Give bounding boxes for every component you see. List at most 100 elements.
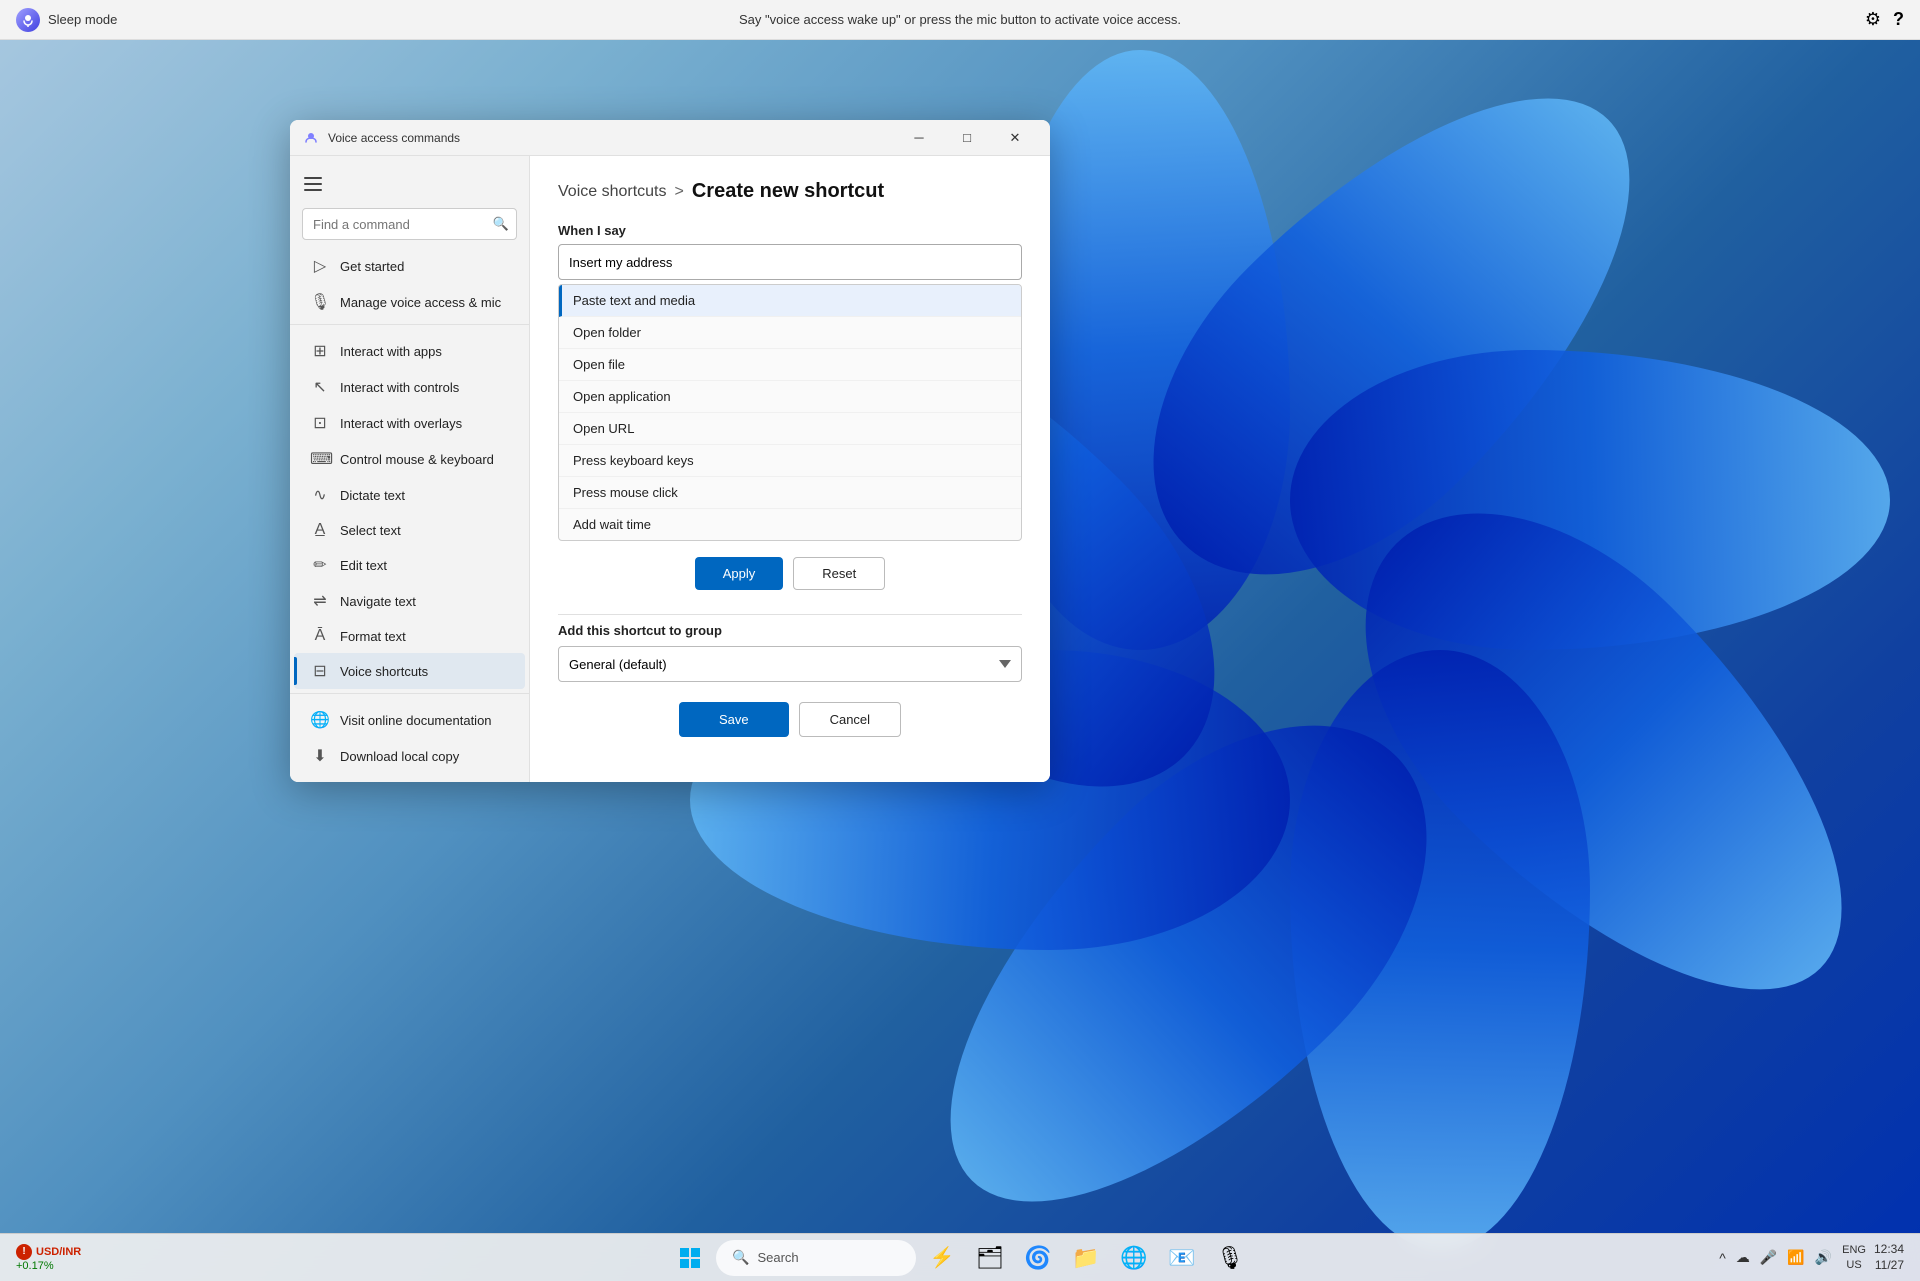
voice-access-commands-window: Voice access commands ─ □ ✕ 🔍 ▷ Get star…: [290, 120, 1050, 782]
nav-icon-download-copy: ⬇: [310, 746, 330, 766]
sidebar-item-dictate-text[interactable]: ∿ Dictate text: [294, 477, 525, 513]
window-title: Voice access commands: [328, 131, 888, 145]
nav-label-manage-voice: Manage voice access & mic: [340, 295, 501, 310]
dialog-body: 🔍 ▷ Get started 🎙 Manage voice access & …: [290, 156, 1050, 782]
taskbar-app-speedial[interactable]: ⚡: [920, 1236, 964, 1280]
tray-mic-icon[interactable]: 🎤: [1758, 1247, 1779, 1268]
search-input[interactable]: [302, 208, 517, 240]
nav-label-format-text: Format text: [340, 629, 406, 644]
lang-display: ENGUS: [1842, 1243, 1866, 1272]
sidebar-item-control-mouse[interactable]: ⌨ Control mouse & keyboard: [294, 441, 525, 477]
action-item-open-url[interactable]: Open URL: [559, 413, 1021, 445]
breadcrumb-parent[interactable]: Voice shortcuts: [558, 183, 667, 201]
nav-label-voice-shortcuts: Voice shortcuts: [340, 664, 428, 679]
sidebar-item-format-text[interactable]: Ā Format text: [294, 619, 525, 653]
action-item-add-wait[interactable]: Add wait time: [559, 509, 1021, 540]
nav-icon-dictate-text: ∿: [310, 485, 330, 505]
taskbar-left: ! USD/INR +0.17%: [16, 1244, 81, 1272]
reset-button[interactable]: Reset: [793, 557, 885, 590]
action-item-press-keyboard[interactable]: Press keyboard keys: [559, 445, 1021, 477]
tray-chevron-icon[interactable]: ^: [1717, 1248, 1728, 1268]
clock[interactable]: 12:34 11/27: [1874, 1242, 1904, 1273]
nav-icon-edit-text: ✏: [310, 555, 330, 575]
tray-volume-icon[interactable]: 🔊: [1813, 1247, 1834, 1268]
nav-label-control-mouse: Control mouse & keyboard: [340, 452, 494, 467]
when-i-say-label: When I say: [558, 223, 1022, 238]
clock-time: 12:34: [1874, 1242, 1904, 1258]
nav-icon-select-text: A̲: [310, 521, 330, 539]
nav-icon-interact-controls: ↖: [310, 377, 330, 397]
apply-button[interactable]: Apply: [695, 557, 784, 590]
nav-divider: [290, 693, 529, 694]
sidebar-item-voice-shortcuts[interactable]: ⊟ Voice shortcuts: [294, 653, 525, 689]
apply-reset-row: Apply Reset: [558, 557, 1022, 590]
save-button[interactable]: Save: [679, 702, 789, 737]
cancel-button[interactable]: Cancel: [799, 702, 901, 737]
tray-cloud-icon[interactable]: ☁: [1734, 1247, 1752, 1268]
voice-access-icon: [16, 8, 40, 32]
search-icon[interactable]: 🔍: [493, 216, 509, 232]
tray-network-icon[interactable]: 📶: [1785, 1247, 1806, 1268]
action-item-paste-text[interactable]: Paste text and media: [559, 285, 1021, 317]
sidebar: 🔍 ▷ Get started 🎙 Manage voice access & …: [290, 156, 530, 782]
settings-icon[interactable]: ⚙: [1865, 9, 1881, 30]
nav-icon-format-text: Ā: [310, 627, 330, 645]
taskbar-app-browser2[interactable]: 🌐: [1112, 1236, 1156, 1280]
breadcrumb: Voice shortcuts > Create new shortcut: [558, 180, 1022, 203]
hamburger-menu-button[interactable]: [298, 168, 330, 200]
when-i-say-input[interactable]: [558, 244, 1022, 280]
voice-access-bar: Sleep mode Say "voice access wake up" or…: [0, 0, 1920, 40]
hamburger-line-3: [304, 189, 322, 191]
breadcrumb-separator: >: [675, 183, 684, 201]
nav-label-select-text: Select text: [340, 523, 401, 538]
nav-icon-navigate-text: ⇌: [310, 591, 330, 611]
nav-icon-visit-docs: 🌐: [310, 710, 330, 730]
nav-icon-manage-voice: 🎙: [310, 292, 330, 312]
action-item-open-folder[interactable]: Open folder: [559, 317, 1021, 349]
taskbar-app-files[interactable]: 🗂: [968, 1236, 1012, 1280]
nav-icon-get-started: ▷: [310, 256, 330, 276]
group-select[interactable]: General (default)Custom group 1: [558, 646, 1022, 682]
nav-label-edit-text: Edit text: [340, 558, 387, 573]
files-icon: 🗂: [976, 1245, 1004, 1271]
nav-icon-interact-overlays: ⊡: [310, 413, 330, 433]
maximize-button[interactable]: □: [944, 123, 990, 153]
folder-icon: 📁: [1072, 1245, 1099, 1271]
section-divider: [558, 614, 1022, 615]
sidebar-item-select-text[interactable]: A̲ Select text: [294, 513, 525, 547]
sidebar-item-interact-controls[interactable]: ↖ Interact with controls: [294, 369, 525, 405]
minimize-button[interactable]: ─: [896, 123, 942, 153]
nav-icon-interact-apps: ⊞: [310, 341, 330, 361]
nav-items-container: ▷ Get started 🎙 Manage voice access & mi…: [290, 248, 529, 774]
taskbar-app-mail[interactable]: 📧: [1160, 1236, 1204, 1280]
sidebar-item-interact-apps[interactable]: ⊞ Interact with apps: [294, 333, 525, 369]
sidebar-item-manage-voice[interactable]: 🎙 Manage voice access & mic: [294, 284, 525, 320]
window-icon: [302, 129, 320, 147]
start-button[interactable]: [668, 1236, 712, 1280]
sidebar-item-edit-text[interactable]: ✏ Edit text: [294, 547, 525, 583]
nav-label-interact-overlays: Interact with overlays: [340, 416, 462, 431]
mail-icon: 📧: [1168, 1245, 1195, 1271]
sidebar-item-visit-docs[interactable]: 🌐 Visit online documentation: [294, 702, 525, 738]
action-item-press-mouse[interactable]: Press mouse click: [559, 477, 1021, 509]
taskbar-app-edge[interactable]: 🌀: [1016, 1236, 1060, 1280]
taskbar-app-folder[interactable]: 📁: [1064, 1236, 1108, 1280]
action-item-open-application[interactable]: Open application: [559, 381, 1021, 413]
nav-label-download-copy: Download local copy: [340, 749, 459, 764]
taskbar-center: 🔍 Search ⚡ 🗂 🌀 📁 🌐 📧 🎙: [668, 1236, 1252, 1280]
action-item-open-file[interactable]: Open file: [559, 349, 1021, 381]
taskbar-app-voice[interactable]: 🎙: [1208, 1236, 1252, 1280]
save-cancel-row: Save Cancel: [558, 702, 1022, 737]
clock-date: 11/27: [1875, 1258, 1904, 1274]
sidebar-item-navigate-text[interactable]: ⇌ Navigate text: [294, 583, 525, 619]
taskbar-search[interactable]: 🔍 Search: [716, 1240, 916, 1276]
sidebar-item-get-started[interactable]: ▷ Get started: [294, 248, 525, 284]
hamburger-line-2: [304, 183, 322, 185]
help-icon[interactable]: ?: [1893, 9, 1904, 30]
nav-label-visit-docs: Visit online documentation: [340, 713, 492, 728]
sidebar-item-download-copy[interactable]: ⬇ Download local copy: [294, 738, 525, 774]
group-label: Add this shortcut to group: [558, 623, 1022, 638]
close-button[interactable]: ✕: [992, 123, 1038, 153]
stock-badge[interactable]: ! USD/INR +0.17%: [16, 1244, 81, 1272]
sidebar-item-interact-overlays[interactable]: ⊡ Interact with overlays: [294, 405, 525, 441]
